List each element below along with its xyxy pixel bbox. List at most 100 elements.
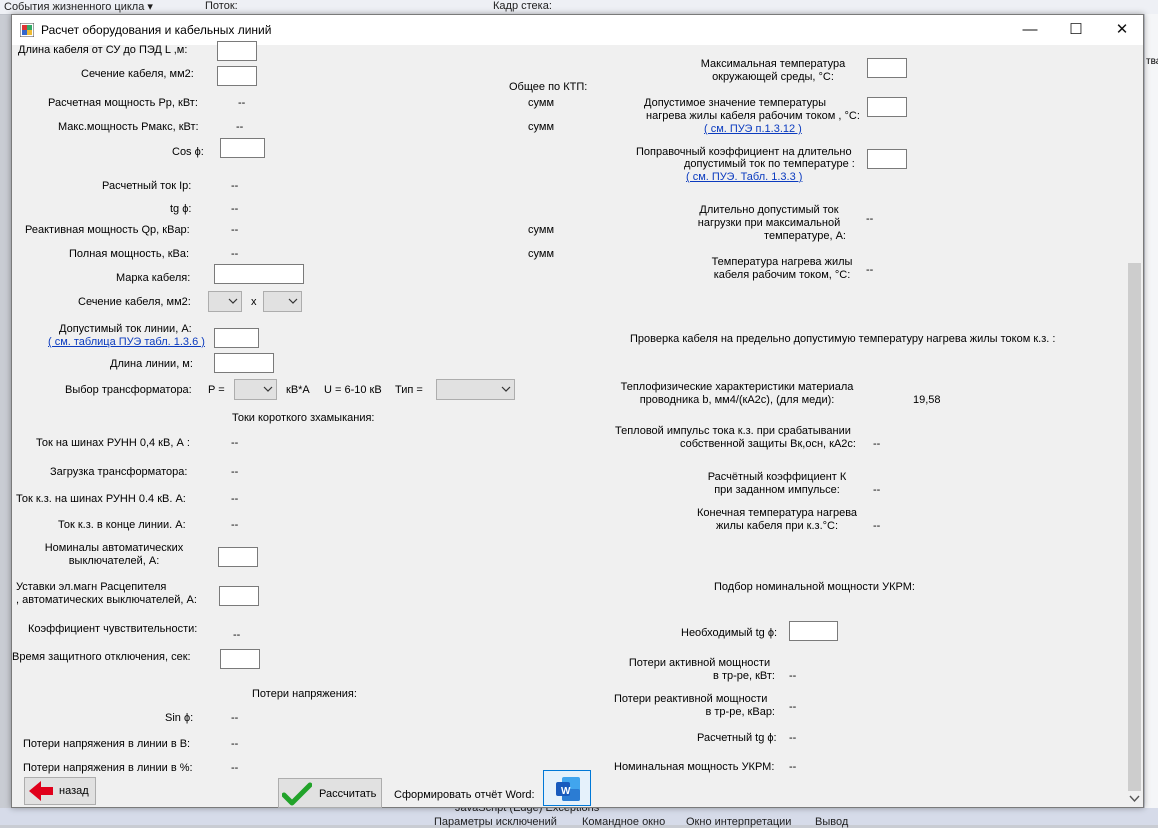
ukrm-power-value: -- xyxy=(789,761,797,773)
ktp-total-header: Общее по КТП: xyxy=(509,81,588,93)
check-cable-header: Проверка кабеля на предельно допустимую … xyxy=(630,333,1056,345)
impulse-value: -- xyxy=(873,438,881,450)
sc-busbar-value: -- xyxy=(231,493,239,505)
transformer-power-dropdown[interactable] xyxy=(234,379,277,400)
title-bar: Расчет оборудования и кабельных линий — … xyxy=(12,15,1143,45)
design-current-value: -- xyxy=(231,180,239,192)
ukrm-header: Подбор номинальной мощности УКРМ: xyxy=(714,581,915,593)
transformer-load-label: Загрузка трансформатора: xyxy=(50,466,188,478)
scroll-down-icon[interactable] xyxy=(1129,795,1140,803)
apparent-power-value: -- xyxy=(231,248,239,260)
reactive-power-value: -- xyxy=(231,224,239,236)
close-button[interactable]: ✕ xyxy=(1099,15,1145,45)
maximize-button[interactable]: ☐ xyxy=(1053,15,1099,45)
calc-tg-label: Расчетный tg ϕ: xyxy=(697,732,777,744)
long-current-label-2: нагрузки при максимальной xyxy=(697,217,841,229)
sin-phi-value: -- xyxy=(231,712,239,724)
design-power-label: Расчетная мощность Рр, кВт: xyxy=(48,97,198,109)
max-power-value: -- xyxy=(236,121,244,133)
pue-table-136-link[interactable]: ( см. таблица ПУЭ табл. 1.3.6 ) xyxy=(48,336,205,349)
section-size-dropdown[interactable] xyxy=(263,291,302,312)
heat-temp-label-2: кабеля рабочим током, °С: xyxy=(713,269,851,281)
active-loss-label-1: Потери активной мощности xyxy=(628,657,771,669)
ide-tab-immediate[interactable]: Окно интерпретации xyxy=(686,816,791,828)
ide-toolbar: События жизненного цикла ▾ Поток: Кадр с… xyxy=(0,0,1158,15)
need-tg-input[interactable] xyxy=(789,621,838,641)
voltage-loss-v-label: Потери напряжения в линии в В: xyxy=(23,738,191,750)
section-cores-dropdown[interactable] xyxy=(208,291,242,312)
ide-bottom-panel: JavaScript (Edge) Exceptions Параметры и… xyxy=(0,802,1158,828)
ide-tab-output[interactable]: Вывод xyxy=(815,816,848,828)
line-length-label: Длина линии, м: xyxy=(110,358,193,370)
active-loss-value: -- xyxy=(789,670,797,682)
transformer-label: Выбор трансформатора: xyxy=(65,384,192,396)
long-current-value: -- xyxy=(866,213,874,225)
busbar-current-label: Ток на шинах РУНН 0,4 кВ, А : xyxy=(36,437,190,449)
cable-brand-input[interactable] xyxy=(214,264,304,284)
cos-phi-input[interactable] xyxy=(220,138,265,158)
max-temp-input[interactable] xyxy=(867,58,907,78)
line-length-input[interactable] xyxy=(214,353,274,373)
chevron-down-icon xyxy=(228,298,238,304)
thermo-label-1: Теплофизические характеристики материала xyxy=(620,381,854,393)
main-window: Расчет оборудования и кабельных линий — … xyxy=(11,14,1144,808)
protection-time-label: Время защитного отключения, сек: xyxy=(12,651,191,663)
minimize-button[interactable]: — xyxy=(1007,15,1053,45)
corr-coef-input[interactable] xyxy=(867,149,907,169)
tg-phi-value: -- xyxy=(231,203,239,215)
ide-tab-exceptions[interactable]: Параметры исключений xyxy=(434,816,557,828)
sum-apparent-power: сумм xyxy=(528,248,555,260)
impulse-label-2: собственной защиты Вк,осн, кА2с: xyxy=(680,438,856,450)
app-icon xyxy=(20,23,34,37)
protection-time-input[interactable] xyxy=(220,649,260,669)
thermo-label-2: проводника b, мм4/(кА2с), (для меди): xyxy=(639,394,835,406)
cable-length-input[interactable] xyxy=(217,41,257,61)
vertical-scrollbar[interactable] xyxy=(1126,45,1143,807)
cable-section-input[interactable] xyxy=(217,66,257,86)
scrollbar-thumb[interactable] xyxy=(1128,263,1141,791)
reactive-loss-label-2: в тр-ре, кВар: xyxy=(705,706,775,718)
calculate-button[interactable]: Рассчитать xyxy=(278,778,382,808)
back-button-label: назад xyxy=(59,785,89,797)
pue-1312-link[interactable]: ( см. ПУЭ п.1.3.12 ) xyxy=(704,123,802,136)
ide-tab-command[interactable]: Командное окно xyxy=(582,816,665,828)
sum-max-power: сумм xyxy=(528,121,555,133)
back-arrow-icon xyxy=(29,781,53,801)
transformer-unit-label: кВ*А xyxy=(286,384,310,396)
word-report-button[interactable]: W xyxy=(543,770,591,806)
form-body: Длина кабеля от СУ до ПЭД L ,м: Сечение … xyxy=(12,41,1143,808)
ide-thread-label: Поток: xyxy=(205,0,238,12)
sc-busbar-label: Ток к.з. на шинах РУНН 0.4 кВ. А: xyxy=(16,493,186,505)
reactive-power-label: Реактивная мощность Qp, кВар: xyxy=(25,224,190,236)
max-temp-label-2: окружающей среды, °С: xyxy=(712,71,834,83)
window-title: Расчет оборудования и кабельных линий xyxy=(41,23,272,37)
busbar-current-value: -- xyxy=(231,437,239,449)
cos-phi-label: Cos ϕ: xyxy=(172,146,204,158)
allow-temp-input[interactable] xyxy=(867,97,907,117)
corr-coef-label-2: допустимый ток по температуре : xyxy=(684,158,855,170)
active-loss-label-2: в тр-ре, кВт: xyxy=(713,670,775,682)
back-button[interactable]: назад xyxy=(24,777,96,805)
pue-133-link[interactable]: ( см. ПУЭ. Табл. 1.3.3 ) xyxy=(686,171,802,184)
cable-section-label: Сечение кабеля, мм2: xyxy=(81,68,194,80)
allowed-current-input[interactable] xyxy=(214,328,259,348)
trip-setting-label-2: , автоматических выключателей, А: xyxy=(16,594,197,606)
sc-end-value: -- xyxy=(231,519,239,531)
ide-lifecycle-events[interactable]: События жизненного цикла ▾ xyxy=(4,0,153,13)
sum-design-power: сумм xyxy=(528,97,555,109)
chevron-down-icon xyxy=(501,386,511,392)
final-temp-value: -- xyxy=(873,520,881,532)
trip-setting-input[interactable] xyxy=(219,586,259,606)
breaker-rating-input[interactable] xyxy=(218,547,258,567)
voltage-loss-v-value: -- xyxy=(231,738,239,750)
allow-temp-label-1: Допустимое значение температуры xyxy=(644,97,827,109)
cable-section2-label: Сечение кабеля, мм2: xyxy=(78,296,191,308)
calculate-button-label: Рассчитать xyxy=(319,788,377,800)
reactive-loss-label-1: Потери реактивной мощности xyxy=(614,693,768,705)
sum-reactive-power: сумм xyxy=(528,224,555,236)
k-coef-label-1: Расчётный коэффициент К xyxy=(707,471,847,483)
ide-stack-frame-label: Кадр стека: xyxy=(493,0,552,12)
sin-phi-label: Sin ϕ: xyxy=(165,712,194,724)
thermo-value: 19,58 xyxy=(913,394,941,406)
transformer-type-dropdown[interactable] xyxy=(436,379,515,400)
